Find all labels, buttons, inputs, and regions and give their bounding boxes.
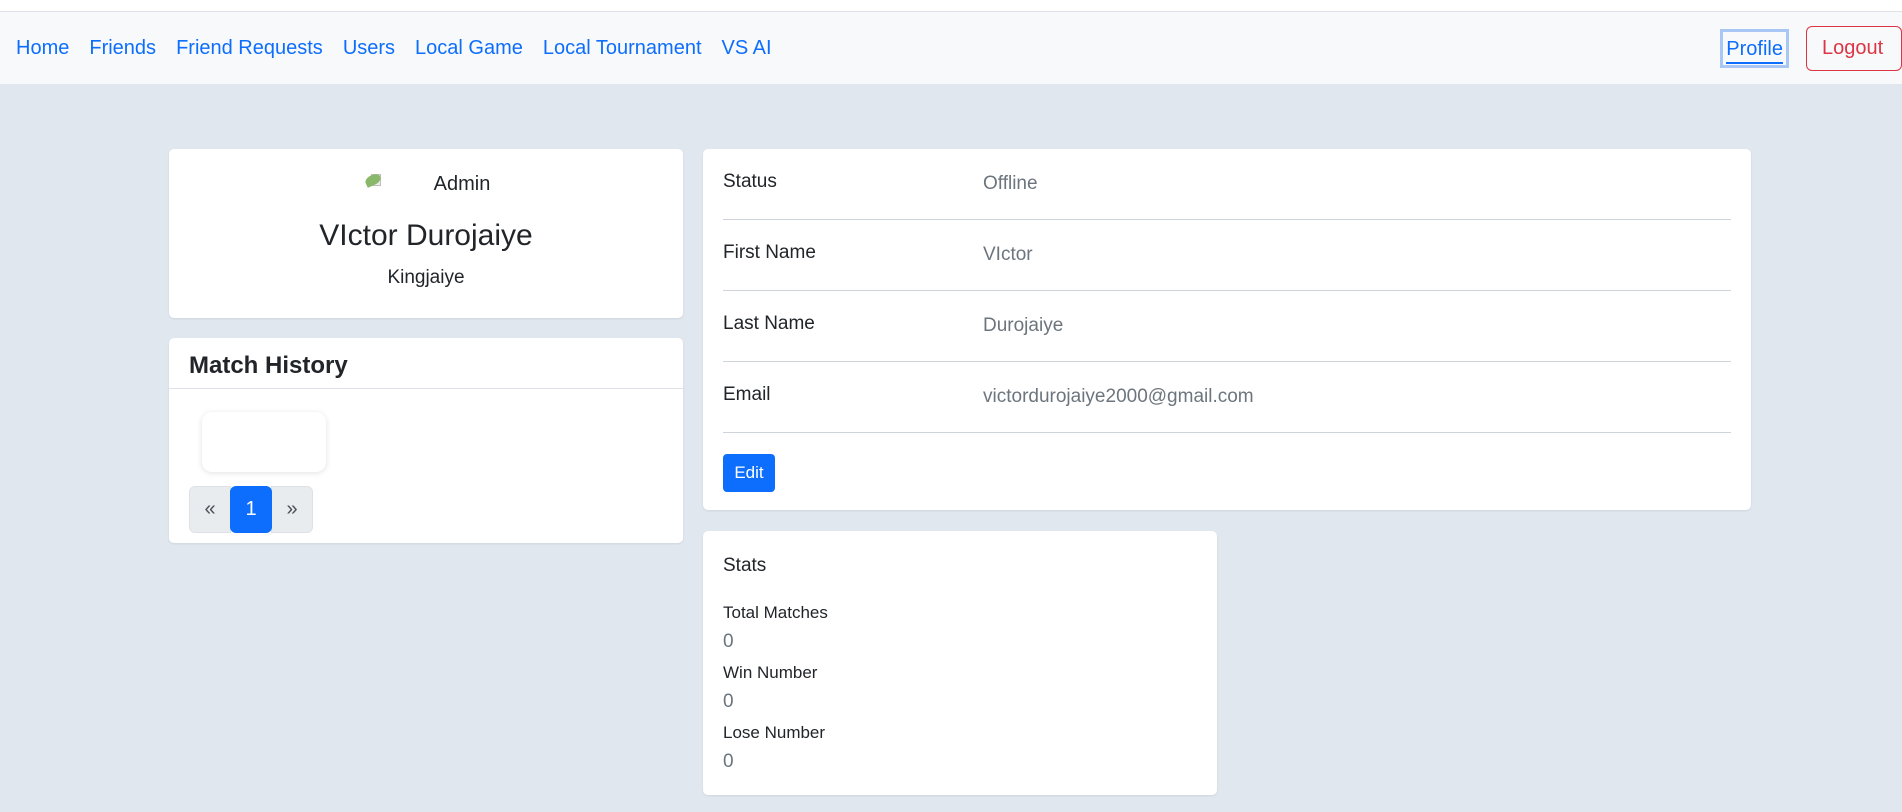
stat-value-total-matches: 0 <box>723 631 734 652</box>
navbar-right: Profile Logout <box>1720 12 1902 84</box>
logout-button[interactable]: Logout <box>1806 25 1902 71</box>
active-underline <box>1726 61 1783 64</box>
match-history-card: Match History « 1 » <box>169 338 683 543</box>
profile-card: Admin VIctor Durojaiye Kingjaiye <box>169 149 683 318</box>
top-border <box>0 0 1902 12</box>
stat-value-lose-number: 0 <box>723 751 734 772</box>
user-info-card: Status Offline First Name VIctor Last Na… <box>703 149 1751 510</box>
pagination: « 1 » <box>189 486 313 533</box>
pagination-prev-button[interactable]: « <box>189 486 231 533</box>
nav-link-users[interactable]: Users <box>343 37 395 60</box>
broken-image-icon <box>362 172 384 189</box>
navbar: Home Friends Friend Requests Users Local… <box>0 12 1902 84</box>
pagination-next-button[interactable]: » <box>271 486 313 533</box>
nav-link-local-game[interactable]: Local Game <box>415 37 523 60</box>
stat-label-lose-number: Lose Number <box>723 723 826 742</box>
nav-link-vs-ai[interactable]: VS AI <box>722 37 772 60</box>
nav-link-home[interactable]: Home <box>16 37 69 60</box>
stats-title: Stats <box>723 555 767 576</box>
nav-link-local-tournament[interactable]: Local Tournament <box>543 37 702 60</box>
avatar-alt-text: Admin <box>433 173 491 195</box>
info-row-status: Status Offline <box>723 149 1731 220</box>
stat-label-total-matches: Total Matches <box>723 603 828 622</box>
profile-username: Kingjaiye <box>387 267 465 288</box>
divider <box>169 388 683 389</box>
match-history-title: Match History <box>189 352 348 379</box>
match-history-list <box>202 412 326 472</box>
info-row-first-name: First Name VIctor <box>723 220 1731 291</box>
info-value: victordurojaiye2000@gmail.com <box>983 386 1254 407</box>
stat-value-win-number: 0 <box>723 691 734 712</box>
info-label: First Name <box>723 242 816 263</box>
edit-button[interactable]: Edit <box>723 454 775 492</box>
info-value: VIctor <box>983 244 1033 265</box>
nav-link-friend-requests[interactable]: Friend Requests <box>176 37 323 60</box>
profile-link-label: Profile <box>1726 37 1783 60</box>
info-label: Email <box>723 384 771 405</box>
info-value: Durojaiye <box>983 315 1064 336</box>
info-value: Offline <box>983 173 1038 194</box>
info-row-email: Email victordurojaiye2000@gmail.com <box>723 362 1731 433</box>
stats-card: Stats Total Matches 0 Win Number 0 Lose … <box>703 531 1217 795</box>
profile-full-name: VIctor Durojaiye <box>319 219 533 252</box>
avatar-row: Admin <box>169 172 683 196</box>
nav-link-profile[interactable]: Profile <box>1720 28 1789 68</box>
stat-label-win-number: Win Number <box>723 663 818 682</box>
nav-link-friends[interactable]: Friends <box>89 37 156 60</box>
pagination-page-button[interactable]: 1 <box>230 486 272 533</box>
info-row-last-name: Last Name Durojaiye <box>723 291 1731 362</box>
info-label: Status <box>723 171 777 192</box>
info-label: Last Name <box>723 313 815 334</box>
